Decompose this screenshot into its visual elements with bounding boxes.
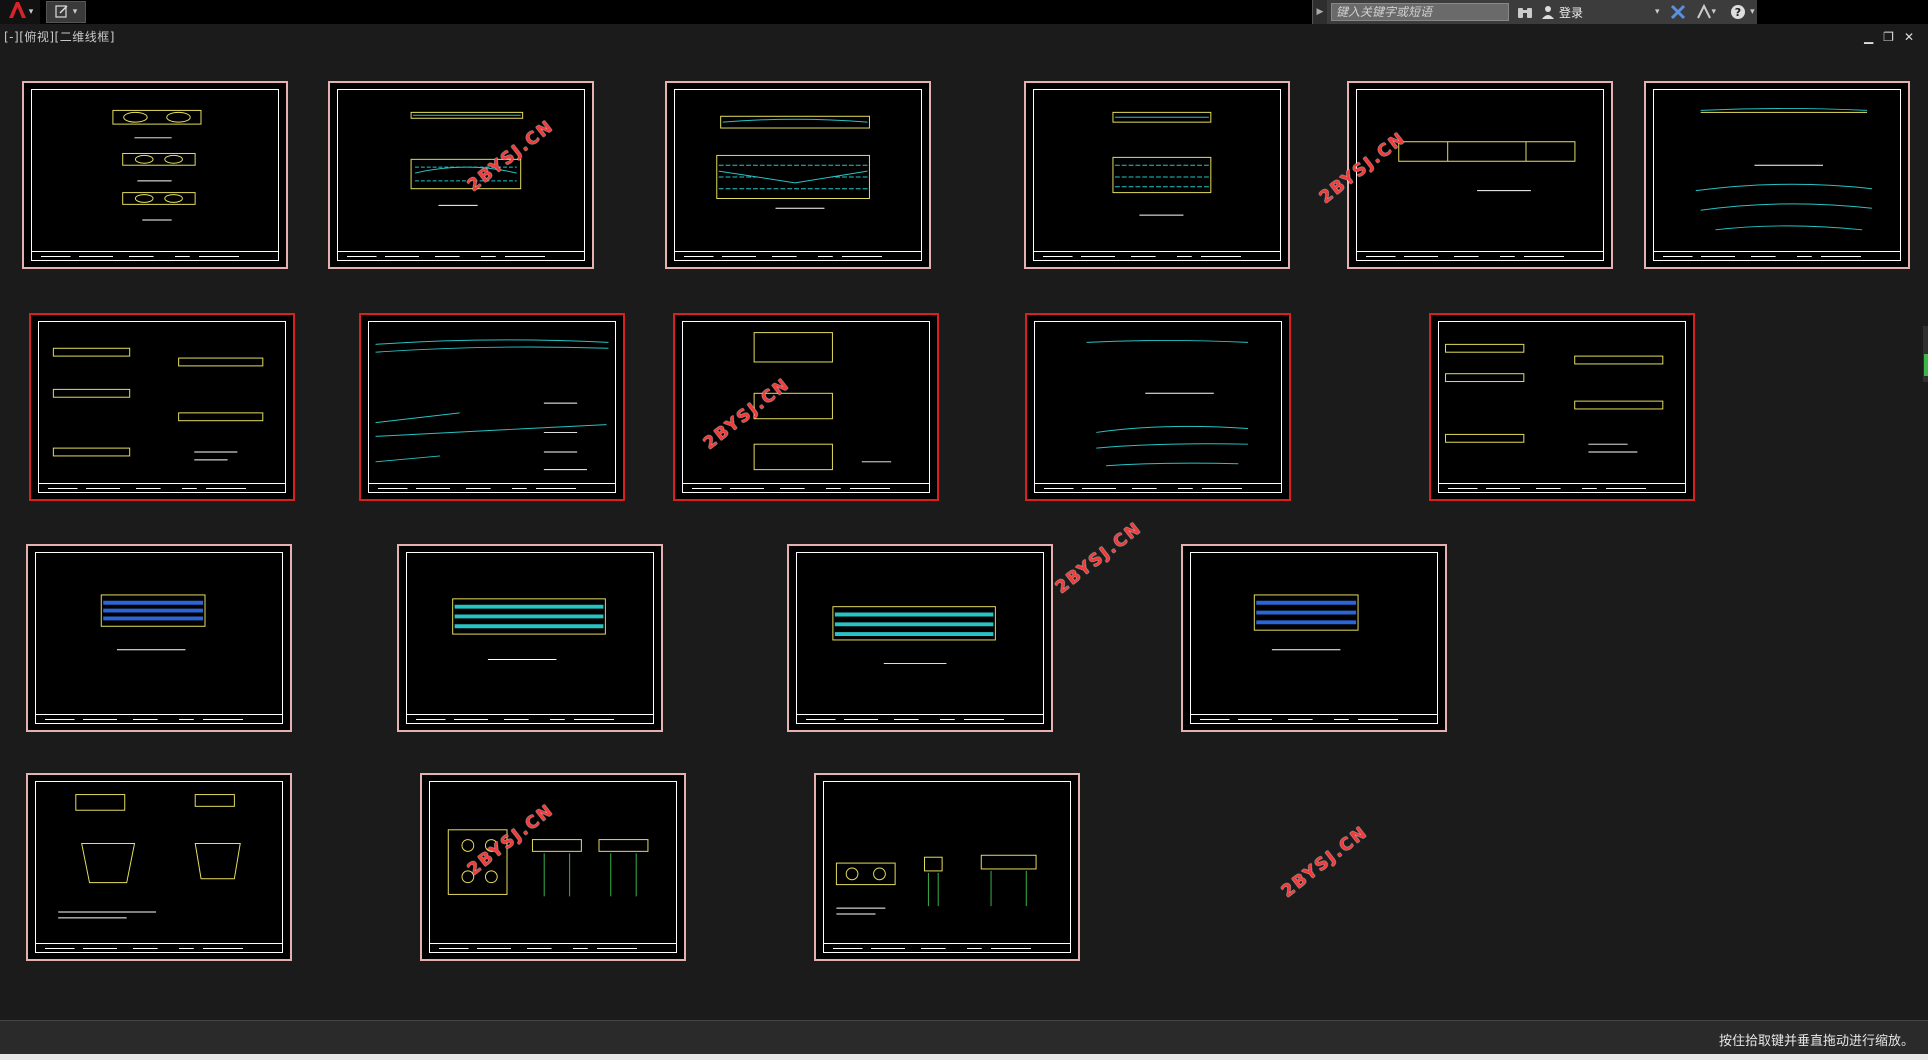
drawing-sheet[interactable] [1024, 81, 1290, 269]
drawing-sheet[interactable] [22, 81, 288, 269]
restore-icon[interactable]: ❐ [1883, 30, 1894, 44]
title-toolbar: ▾ ▾ ▶ 登录 ▾ ▾ ? ▾ [0, 0, 1928, 24]
drawing-sheet[interactable] [1429, 313, 1695, 501]
help-icon[interactable]: ? [1730, 0, 1746, 24]
drawing-sheet[interactable] [787, 544, 1053, 732]
drawing-sheet[interactable] [814, 773, 1080, 961]
scroll-indicator[interactable] [1923, 326, 1928, 382]
drawing-sheet[interactable] [397, 544, 663, 732]
drawing-sheet[interactable] [328, 81, 594, 269]
drawing-sheet[interactable] [1181, 544, 1447, 732]
user-icon[interactable] [1541, 0, 1555, 24]
chevron-down-icon[interactable]: ▾ [1655, 7, 1660, 17]
autocad-a-icon [7, 1, 29, 23]
drawing-sheet[interactable] [1025, 313, 1291, 501]
expand-search-arrow[interactable]: ▶ [1313, 0, 1327, 24]
drawing-sheet[interactable] [26, 773, 292, 961]
quick-access-button[interactable]: ▾ [46, 1, 86, 23]
drawing-sheet[interactable] [665, 81, 931, 269]
drawing-sheet[interactable] [1644, 81, 1910, 269]
chevron-down-icon: ▾ [72, 7, 78, 17]
infocenter-bar: ▶ 登录 ▾ ▾ ? ▾ [1312, 0, 1757, 24]
drawing-sheet[interactable] [26, 544, 292, 732]
viewport-controls-label[interactable]: [-][俯视][二维线框] [4, 28, 115, 45]
viewport-window-controls: ▁ ❐ ✕ [1864, 30, 1914, 44]
model-space-canvas[interactable]: 2BYSJ.CN 2BYSJ.CN 2BYSJ.CN 2BYSJ.CN 2BYS… [0, 44, 1928, 1020]
exchange-x-icon[interactable] [1670, 0, 1686, 24]
application-menu-button[interactable]: ▾ [0, 0, 40, 24]
drawing-sheet[interactable] [29, 313, 295, 501]
login-button[interactable]: 登录 [1559, 4, 1583, 21]
chevron-down-icon: ▾ [28, 7, 34, 17]
bottom-edge-strip [0, 1054, 1928, 1060]
minimize-icon[interactable]: ▁ [1864, 30, 1873, 44]
watermark-text: 2BYSJ.CN [1277, 822, 1373, 902]
drawing-sheet[interactable] [359, 313, 625, 501]
binoculars-icon[interactable] [1517, 0, 1533, 24]
drawing-sheet[interactable] [420, 773, 686, 961]
search-input[interactable] [1331, 3, 1509, 21]
command-status-bar: 按住拾取键并垂直拖动进行缩放。 [0, 1020, 1928, 1055]
document-edit-icon [55, 3, 69, 22]
drawing-sheet[interactable] [1347, 81, 1613, 269]
chevron-down-icon[interactable]: ▾ [1712, 7, 1717, 17]
drawing-sheet[interactable] [673, 313, 939, 501]
autodesk-a360-icon[interactable] [1696, 0, 1712, 24]
close-icon[interactable]: ✕ [1904, 30, 1914, 44]
chevron-down-icon[interactable]: ▾ [1750, 7, 1755, 17]
svg-text:?: ? [1735, 6, 1741, 19]
status-message: 按住拾取键并垂直拖动进行缩放。 [1718, 1034, 1914, 1049]
watermark-text: 2BYSJ.CN [1051, 518, 1147, 598]
